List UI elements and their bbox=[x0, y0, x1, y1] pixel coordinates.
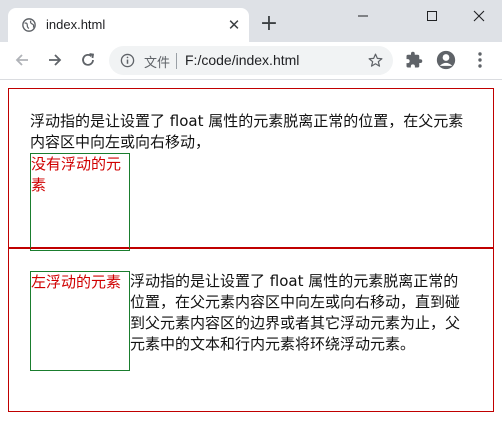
scheme-label: 文件 bbox=[144, 55, 171, 70]
account-avatar-icon[interactable] bbox=[436, 50, 456, 70]
browser-tab[interactable]: index.html ✕ bbox=[8, 8, 249, 42]
minimize-icon[interactable] bbox=[340, 0, 386, 32]
close-tab-icon[interactable]: ✕ bbox=[225, 16, 243, 34]
maximize-icon[interactable] bbox=[409, 0, 455, 32]
non-floated-box: 没有浮动的元素 bbox=[30, 153, 130, 251]
toolbar: 文件 F:/code/index.html bbox=[0, 42, 502, 80]
url-text[interactable]: F:/code/index.html bbox=[185, 52, 299, 68]
section-1-text: 浮动指的是让设置了 float 属性的元素脱离正常的位置，在父元素内容区中向左或… bbox=[30, 112, 464, 151]
section-float-left: 左浮动的元素 浮动指的是让设置了 float 属性的元素脱离正常的位置，在父元素… bbox=[8, 248, 494, 412]
extensions-puzzle-icon[interactable] bbox=[404, 50, 424, 70]
globe-icon bbox=[22, 18, 36, 32]
reload-icon[interactable] bbox=[76, 48, 100, 72]
tab-title: index.html bbox=[46, 17, 106, 32]
left-floated-box: 左浮动的元素 bbox=[30, 271, 130, 371]
bookmark-star-icon[interactable] bbox=[367, 52, 384, 69]
back-arrow-icon[interactable] bbox=[10, 48, 34, 72]
page-viewport: 浮动指的是让设置了 float 属性的元素脱离正常的位置，在父元素内容区中向左或… bbox=[0, 80, 502, 424]
info-icon[interactable] bbox=[120, 53, 135, 68]
menu-kebab-icon[interactable] bbox=[470, 50, 490, 70]
divider bbox=[176, 53, 177, 69]
window-close-icon[interactable] bbox=[456, 0, 502, 32]
forward-arrow-icon[interactable] bbox=[43, 48, 67, 72]
new-tab-icon[interactable]: + bbox=[259, 13, 279, 35]
section-no-float: 浮动指的是让设置了 float 属性的元素脱离正常的位置，在父元素内容区中向左或… bbox=[8, 88, 494, 251]
address-bar[interactable]: 文件 F:/code/index.html bbox=[109, 46, 393, 75]
title-bar: index.html ✕ + bbox=[0, 0, 502, 42]
